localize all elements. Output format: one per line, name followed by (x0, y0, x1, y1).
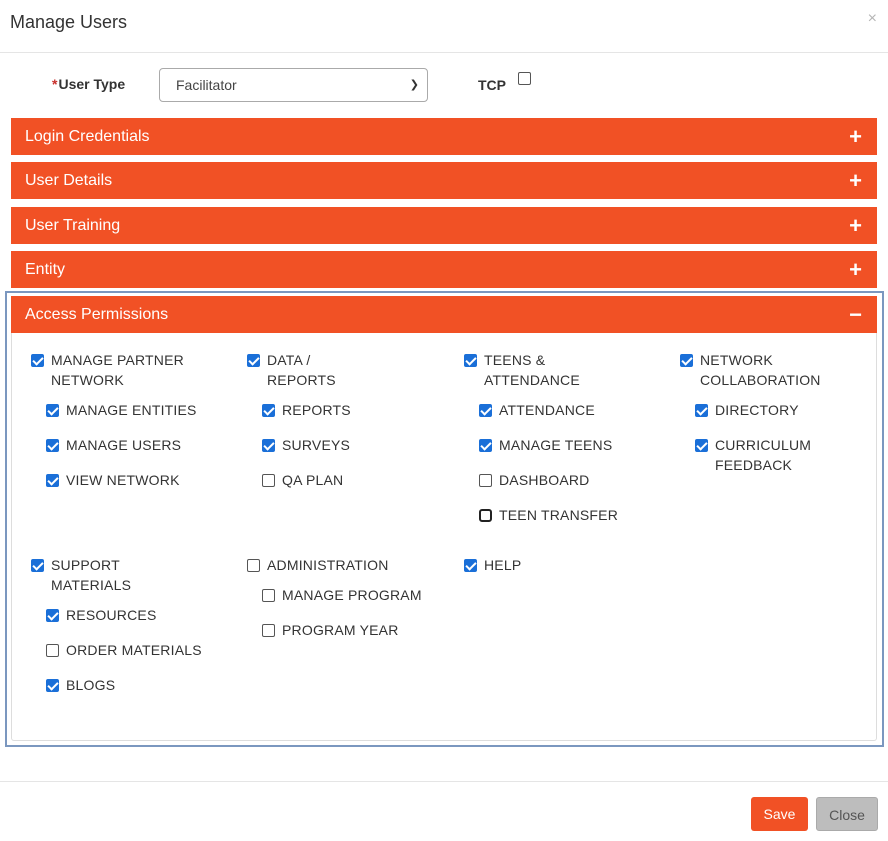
label-support-materials: SUPPORT MATERIALS (51, 557, 132, 593)
label-surveys: SURVEYS (282, 437, 351, 453)
footer-divider (0, 781, 888, 782)
checkbox-directory[interactable] (695, 404, 708, 417)
section-user-details[interactable]: User Details + (11, 162, 877, 199)
close-icon[interactable]: × (868, 11, 877, 27)
user-type-select[interactable]: Facilitator ❯ (159, 68, 428, 102)
close-button[interactable]: Close (816, 797, 878, 831)
checkbox-teens-attendance[interactable] (464, 354, 477, 367)
collapse-minus-icon[interactable]: − (849, 296, 862, 333)
modal-title: Manage Users (10, 12, 128, 32)
checkbox-view-network[interactable] (46, 474, 59, 487)
section-entity[interactable]: Entity + (11, 251, 877, 288)
required-marker: * (52, 76, 58, 92)
expand-plus-icon[interactable]: + (849, 162, 862, 199)
section-label: User Training (25, 217, 121, 234)
checkbox-blogs[interactable] (46, 679, 59, 692)
label-teen-transfer: TEEN TRANSFER (499, 507, 619, 523)
checkbox-network-collaboration[interactable] (680, 354, 693, 367)
label-manage-users: MANAGE USERS (66, 437, 182, 453)
checkbox-manage-teens[interactable] (479, 439, 492, 452)
checkbox-help[interactable] (464, 559, 477, 572)
label-manage-program: MANAGE PROGRAM (282, 587, 422, 603)
label-administration: ADMINISTRATION (267, 557, 389, 573)
label-manage-teens: MANAGE TEENS (499, 437, 613, 453)
label-data-reports: DATA / REPORTS (267, 352, 336, 388)
checkbox-manage-entities[interactable] (46, 404, 59, 417)
section-label: User Details (25, 172, 113, 189)
section-label: Entity (25, 261, 66, 278)
label-program-year: PROGRAM YEAR (282, 622, 399, 638)
save-button[interactable]: Save (751, 797, 808, 831)
section-label: Access Permissions (25, 306, 169, 323)
label-network-collaboration: NETWORK COLLABORATION (700, 352, 821, 388)
label-manage-entities: MANAGE ENTITIES (66, 402, 197, 418)
checkbox-manage-partner-network[interactable] (31, 354, 44, 367)
expand-plus-icon[interactable]: + (849, 118, 862, 155)
modal-header: Manage Users × (0, 0, 888, 53)
label-directory: DIRECTORY (715, 402, 799, 418)
expand-plus-icon[interactable]: + (849, 251, 862, 288)
checkbox-curriculum-feedback[interactable] (695, 439, 708, 452)
checkbox-manage-users[interactable] (46, 439, 59, 452)
user-type-value: Facilitator (176, 77, 237, 93)
checkbox-program-year[interactable] (262, 624, 275, 637)
label-reports: REPORTS (282, 402, 351, 418)
section-login-credentials[interactable]: Login Credentials + (11, 118, 877, 155)
checkbox-order-materials[interactable] (46, 644, 59, 657)
chevron-down-icon: ❯ (409, 79, 419, 91)
label-order-materials: ORDER MATERIALS (66, 642, 202, 658)
access-permissions-panel (11, 333, 877, 741)
label-qa-plan: QA PLAN (282, 472, 344, 488)
tcp-checkbox[interactable] (518, 72, 531, 85)
section-access-permissions[interactable]: Access Permissions − (11, 296, 877, 333)
user-type-label: *User Type (52, 76, 125, 92)
checkbox-resources[interactable] (46, 609, 59, 622)
checkbox-dashboard[interactable] (479, 474, 492, 487)
checkbox-data-reports[interactable] (247, 354, 260, 367)
checkbox-support-materials[interactable] (31, 559, 44, 572)
checkbox-manage-program[interactable] (262, 589, 275, 602)
checkbox-teen-transfer[interactable] (479, 509, 492, 522)
checkbox-administration[interactable] (247, 559, 260, 572)
section-user-training[interactable]: User Training + (11, 207, 877, 244)
label-blogs: BLOGS (66, 677, 116, 693)
label-curriculum-feedback: CURRICULUM FEEDBACK (715, 437, 812, 473)
label-view-network: VIEW NETWORK (66, 472, 180, 488)
section-label: Login Credentials (25, 128, 150, 145)
label-help: HELP (484, 557, 522, 573)
label-attendance: ATTENDANCE (499, 402, 595, 418)
tcp-label: TCP (478, 77, 506, 93)
checkbox-attendance[interactable] (479, 404, 492, 417)
expand-plus-icon[interactable]: + (849, 207, 862, 244)
checkbox-reports[interactable] (262, 404, 275, 417)
checkbox-qa-plan[interactable] (262, 474, 275, 487)
label-manage-partner-network: MANAGE PARTNER NETWORK (51, 352, 184, 388)
user-type-label-text: User Type (58, 76, 126, 92)
label-teens-attendance: TEENS & ATTENDANCE (484, 352, 580, 388)
label-resources: RESOURCES (66, 607, 157, 623)
checkbox-surveys[interactable] (262, 439, 275, 452)
label-dashboard: DASHBOARD (499, 472, 590, 488)
